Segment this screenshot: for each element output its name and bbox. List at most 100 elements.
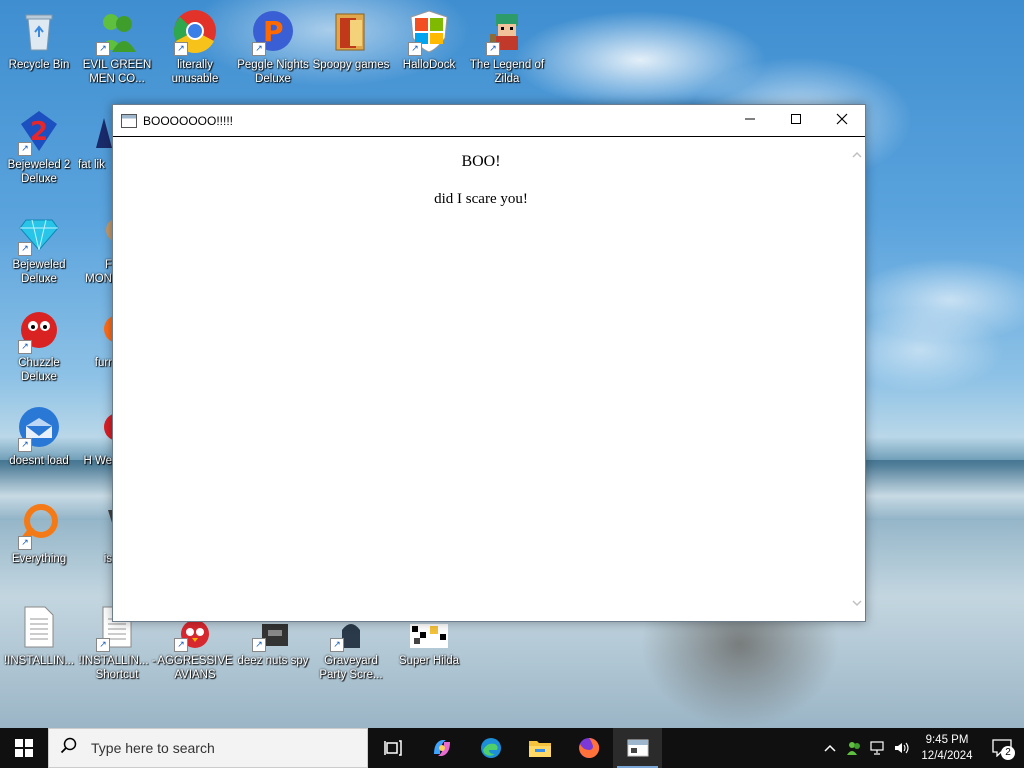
file-explorer-icon	[528, 741, 551, 757]
desktop-icon-installing-file[interactable]: !INSTALLIN...	[0, 604, 78, 668]
desktop-icon-label: Chuzzle Deluxe	[18, 357, 60, 383]
diamond-icon: ↗	[16, 208, 62, 256]
desktop-icon-bejeweled[interactable]: ↗ Bejeweled Deluxe	[0, 208, 78, 286]
network-icon	[870, 741, 884, 755]
copilot-icon	[433, 740, 450, 756]
desktop-icon-label: Everything	[11, 553, 67, 565]
taskbar-search-box[interactable]	[48, 728, 368, 768]
minimize-icon	[744, 113, 756, 129]
taskbar-clock[interactable]: 9:45 PM 12/4/2024	[914, 732, 980, 764]
desktop-icon-label: The Legend of Zilda	[469, 59, 545, 85]
desktop-icon-label: literally unusable	[171, 59, 219, 85]
green-men-icon: ↗	[94, 8, 140, 56]
system-tray: 9:45 PM 12/4/2024 2	[818, 728, 1024, 768]
search-input[interactable]	[89, 739, 353, 757]
desktop-icon-evil-green-men[interactable]: ↗ EVIL GREEN MEN CO...	[78, 8, 156, 86]
windows-logo-icon	[15, 739, 33, 757]
taskbar-boo-app[interactable]	[613, 728, 662, 768]
taskbar-file-explorer[interactable]	[515, 728, 564, 768]
desktop-icon-is[interactable]: is	[78, 502, 112, 566]
desktop-icon-peggle[interactable]: P ↗ Peggle Nights Deluxe	[234, 8, 312, 86]
red-game-icon	[88, 404, 112, 450]
dark-game-icon	[88, 502, 112, 548]
desktop-icon-f-mon[interactable]: F MON	[78, 208, 112, 286]
window-title: BOOOOOOO!!!!!	[143, 113, 234, 128]
svg-text:P: P	[263, 15, 284, 48]
desktop-icon-label: AGGRESSIVE AVIANS	[157, 655, 233, 681]
maximize-icon	[790, 113, 802, 129]
desktop-icon-label: H We	[83, 455, 112, 467]
search-icon	[49, 737, 89, 760]
minimize-button[interactable]	[727, 105, 773, 136]
desktop-icon-everything[interactable]: ↗ Everything	[0, 502, 78, 566]
monster-icon	[88, 208, 112, 254]
boo-window[interactable]: BOOOOOOO!!!!! BOO! did I scare you!	[112, 104, 866, 622]
chevron-up-icon	[852, 151, 862, 158]
shield-icon: ↗	[406, 8, 452, 56]
notification-center-button[interactable]: 2	[980, 728, 1024, 768]
pixel-hero-icon: ↗	[484, 8, 530, 56]
desktop-icon-label: Peggle Nights Deluxe	[237, 59, 309, 85]
svg-text:2: 2	[30, 117, 48, 147]
desktop-icon-label: deez nuts spy	[237, 655, 309, 667]
taskbar: 9:45 PM 12/4/2024 2	[0, 728, 1024, 768]
desktop-icon-chuzzle[interactable]: ↗ Chuzzle Deluxe	[0, 306, 78, 384]
window-titlebar[interactable]: BOOOOOOO!!!!!	[113, 105, 865, 137]
desktop-icon-bejeweled-2[interactable]: 2 ↗ Bejeweled 2 Deluxe	[0, 108, 78, 186]
desktop-icon-label: doesnt load	[9, 455, 69, 467]
close-button[interactable]	[819, 105, 865, 136]
tray-app-button[interactable]	[842, 728, 866, 768]
start-button[interactable]	[0, 728, 48, 768]
network-button[interactable]	[866, 728, 890, 768]
scroll-down-button[interactable]	[849, 595, 865, 611]
desktop-icon-label: Bejeweled Deluxe	[12, 259, 66, 285]
bejeweled2-icon: 2 ↗	[16, 108, 62, 156]
edge-icon	[480, 738, 501, 758]
desktop-icon-label: Graveyard Party Scre...	[319, 655, 383, 681]
vertical-scrollbar[interactable]	[849, 137, 865, 621]
desktop-icon-label: HalloDock	[402, 59, 456, 71]
desktop-icon-h-we[interactable]: H We	[78, 404, 112, 468]
firefox-icon	[88, 306, 112, 352]
boo-message: did I scare you!	[434, 191, 528, 207]
desktop-icon-label: furr	[94, 357, 112, 369]
desktop-icon-doesnt-load[interactable]: ↗ doesnt load	[0, 404, 78, 468]
text-file-icon	[16, 604, 62, 650]
window-app-icon	[121, 113, 137, 128]
recycle-bin-icon	[16, 8, 62, 54]
desktop-icon-label: EVIL GREEN MEN CO...	[82, 59, 152, 85]
desktop-icon-hallodock[interactable]: ↗ HalloDock	[390, 8, 468, 72]
taskbar-edge[interactable]	[466, 728, 515, 768]
chrome-icon: ↗	[172, 8, 218, 56]
clock-time: 9:45 PM	[925, 734, 969, 746]
window-content: BOO! did I scare you!	[113, 137, 849, 621]
maximize-button[interactable]	[773, 105, 819, 136]
boo-heading: BOO!	[461, 153, 501, 170]
taskbar-firefox[interactable]	[564, 728, 613, 768]
green-people-icon	[847, 742, 860, 755]
desktop-icon-label: !INSTALLIN... - Shortcut	[78, 655, 156, 681]
task-view-icon	[383, 740, 402, 756]
desktop: Recycle Bin ↗ EVIL GREEN MEN CO... ↗ lit…	[0, 0, 1024, 728]
desktop-icon-fat-lik[interactable]: fat lik	[78, 108, 112, 172]
desktop-icon-label: Super Hilda	[398, 655, 460, 667]
scroll-up-button[interactable]	[849, 147, 865, 163]
taskbar-copilot[interactable]	[417, 728, 466, 768]
firefox-icon	[578, 737, 599, 758]
desktop-icon-label: is	[103, 553, 112, 565]
desktop-icon-label: !INSTALLIN...	[3, 655, 75, 667]
desktop-icon-furr[interactable]: furr	[78, 306, 112, 370]
volume-button[interactable]	[890, 728, 914, 768]
desktop-icon-recycle-bin[interactable]: Recycle Bin	[0, 8, 78, 72]
everything-search-icon: ↗	[16, 502, 62, 550]
desktop-icon-spoopy-games[interactable]: Spoopy games	[312, 8, 390, 72]
speaker-icon	[895, 742, 909, 754]
chevron-down-icon	[852, 600, 862, 607]
desktop-icon-label: fat lik	[78, 159, 105, 171]
fat-icon	[88, 108, 112, 154]
desktop-icon-literally-unusable[interactable]: ↗ literally unusable	[156, 8, 234, 86]
taskbar-task-view[interactable]	[368, 728, 417, 768]
tray-overflow-button[interactable]	[818, 728, 842, 768]
desktop-icon-legend-of-zilda[interactable]: ↗ The Legend of Zilda	[468, 8, 546, 86]
desktop-icon-label: Bejeweled 2 Deluxe	[7, 159, 71, 185]
